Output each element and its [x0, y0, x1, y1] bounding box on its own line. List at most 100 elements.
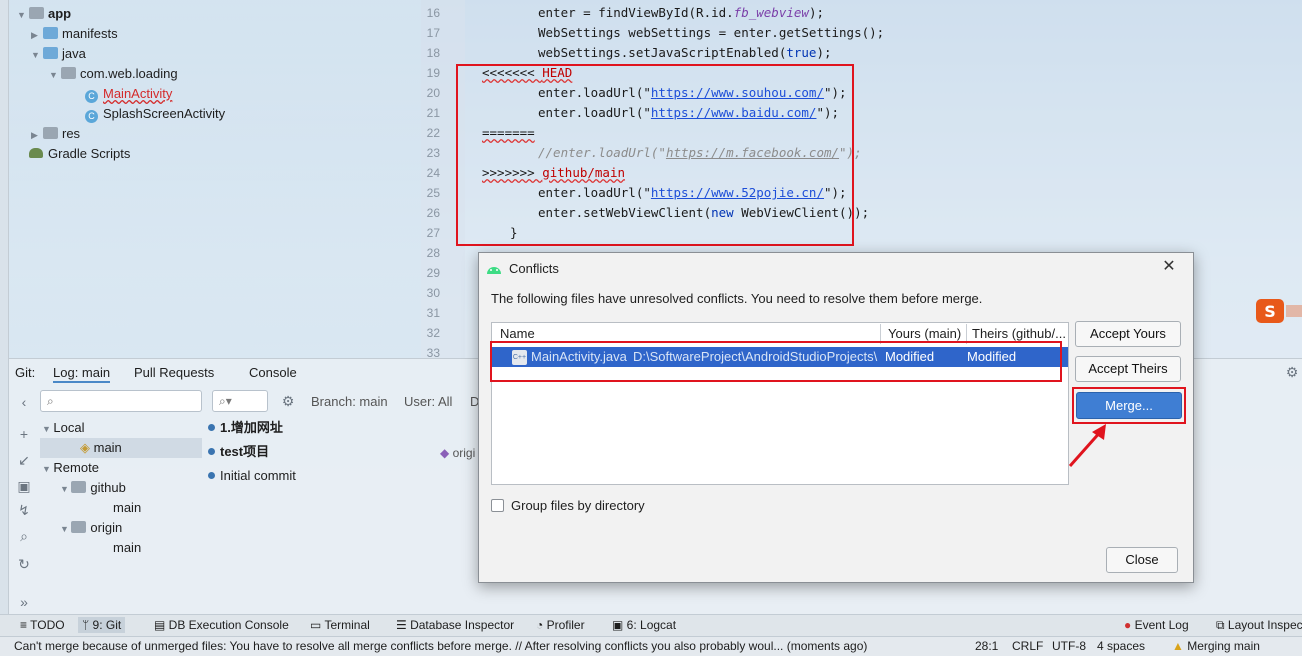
caret-position[interactable]: 28:1 [975, 638, 998, 654]
folder-icon [43, 47, 58, 59]
line-number: 23 [426, 146, 440, 160]
code-line-18: webSettings.setJavaScriptEnabled(true); [538, 45, 832, 60]
file-encoding[interactable]: UTF-8 [1052, 638, 1086, 654]
search-icon: ⌕▾ [219, 394, 232, 408]
line-number: 32 [426, 326, 440, 340]
checkout-icon[interactable]: ↙ [16, 452, 32, 468]
line-number: 24 [426, 166, 440, 180]
branch-group-local[interactable]: ▼ Local [42, 418, 85, 438]
chevron-right-icon: ▶ [31, 130, 38, 140]
add-icon[interactable]: + [16, 426, 32, 442]
tool-db-console[interactable]: ▤ DB Execution Console [154, 617, 289, 633]
tree-item-manifests[interactable]: ▶ manifests [31, 24, 118, 44]
line-number: 31 [426, 306, 440, 320]
gradle-icon [29, 148, 43, 158]
folder-icon [43, 127, 58, 139]
android-icon [486, 261, 502, 275]
chevron-down-icon: ▼ [42, 464, 54, 474]
accept-theirs-button[interactable]: Accept Theirs [1075, 356, 1181, 382]
tool-database-inspector[interactable]: ☰ Database Inspector [396, 617, 514, 633]
branch-group-remote[interactable]: ▼ Remote [42, 458, 99, 478]
branch-group-origin[interactable]: ▼ origin [60, 518, 122, 538]
row-highlight-box [490, 341, 1062, 382]
list-icon: ≡ [20, 618, 31, 632]
class-icon: C [85, 110, 98, 123]
tree-item-package[interactable]: ▼ com.web.loading [49, 64, 178, 84]
search-icon[interactable]: ⌕ [16, 528, 32, 544]
branch-search-input[interactable]: ⌕ [40, 390, 202, 412]
tool-event-log[interactable]: ● Event Log [1124, 617, 1189, 633]
search-icon: ⌕ [47, 394, 54, 408]
tree-item-gradle[interactable]: Gradle Scripts [29, 144, 130, 164]
merge-highlight-box [1072, 387, 1186, 424]
tool-git[interactable]: ᛘ 9: Git [78, 617, 126, 633]
tree-item-mainactivity[interactable]: C MainActivity [85, 84, 172, 104]
tool-layout-inspector[interactable]: ⧉ Layout Inspec [1216, 617, 1302, 633]
tree-item-res[interactable]: ▶ res [31, 124, 80, 144]
more-icon[interactable]: » [16, 594, 32, 610]
commit-row[interactable]: 1.增加网址 [208, 417, 283, 439]
settings-icon[interactable]: ⚙ [280, 393, 296, 409]
profiler-icon: ◔ [536, 618, 547, 632]
commit-node-icon [208, 448, 215, 455]
chevron-left-icon[interactable]: ‹ [16, 394, 32, 410]
close-button[interactable]: Close [1106, 547, 1178, 573]
tree-item-splash[interactable]: C SplashScreenActivity [85, 104, 225, 124]
svg-text:S: S [1264, 302, 1276, 321]
commit-node-icon [208, 424, 215, 431]
logcat-icon: ▣ [612, 618, 627, 632]
gear-icon[interactable]: ⚙ [1284, 364, 1300, 380]
module-icon [29, 7, 44, 19]
warning-icon: ▲ [1172, 639, 1188, 653]
close-icon[interactable]: ✕ [1160, 258, 1178, 276]
tab-log-main[interactable]: Log: main [53, 363, 111, 383]
class-icon: C [85, 90, 98, 103]
layout-icon: ⧉ [1216, 618, 1228, 632]
line-number: 21 [426, 106, 440, 120]
code-line-16: enter = findViewById(R.id.fb_webview); [538, 5, 824, 20]
tree-item-app[interactable]: ▼ app [17, 4, 71, 24]
delete-icon[interactable]: ▣ [16, 478, 32, 494]
commit-node-icon [208, 472, 215, 479]
tool-todo[interactable]: ≡ TODO [20, 617, 65, 633]
tab-pull-requests[interactable]: Pull Requests [134, 363, 214, 383]
code-line-17: WebSettings webSettings = enter.getSetti… [538, 25, 885, 40]
branch-group-github[interactable]: ▼ github [60, 478, 126, 498]
project-tree: ▼ app ▶ manifests ▼ java ▼ com.web.loading C… [9, 0, 421, 358]
branch-filter[interactable]: Branch: main [311, 394, 388, 409]
refresh-icon[interactable]: ↻ [16, 556, 32, 572]
error-badge-icon: ● [1124, 618, 1135, 632]
vcs-status[interactable]: ▲ Merging main [1172, 638, 1260, 654]
line-separator[interactable]: CRLF [1012, 638, 1043, 654]
branch-item-origin-main[interactable]: main [113, 538, 141, 558]
line-number: 27 [426, 226, 440, 240]
tool-logcat[interactable]: ▣ 6: Logcat [612, 617, 676, 633]
chevron-down-icon: ▼ [49, 70, 58, 80]
user-filter[interactable]: User: All [404, 394, 452, 409]
update-icon[interactable]: ↯ [16, 502, 32, 518]
annotation-arrow-icon [1064, 420, 1112, 470]
indent-setting[interactable]: 4 spaces [1097, 638, 1145, 654]
tag-icon: ◈ [80, 440, 94, 455]
branch-item-local-main[interactable]: ◈ main [40, 438, 202, 458]
tool-profiler[interactable]: ◔ Profiler [536, 617, 585, 633]
chevron-down-icon: ▼ [60, 524, 72, 534]
accept-yours-button[interactable]: Accept Yours [1075, 321, 1181, 347]
branch-item-github-main[interactable]: main [113, 498, 141, 518]
status-message[interactable]: Can't merge because of unmerged files: Y… [14, 638, 867, 654]
tag-icon: ◆ [440, 446, 453, 460]
line-number: 17 [426, 26, 440, 40]
line-number: 26 [426, 206, 440, 220]
chevron-down-icon: ▼ [60, 484, 72, 494]
package-icon [61, 67, 76, 79]
commit-row[interactable]: test项目 [208, 441, 269, 463]
ime-logo-icon: S [1256, 299, 1302, 323]
commit-row[interactable]: Initial commit [208, 465, 296, 487]
tree-item-java[interactable]: ▼ java [31, 44, 86, 64]
branch-tag-label: ◆ origi [440, 446, 476, 460]
line-number: 30 [426, 286, 440, 300]
log-search-input[interactable]: ⌕▾ [212, 390, 268, 412]
tab-console[interactable]: Console [249, 363, 297, 383]
group-by-directory-checkbox[interactable] [491, 499, 504, 512]
tool-terminal[interactable]: ▭ Terminal [310, 617, 370, 633]
